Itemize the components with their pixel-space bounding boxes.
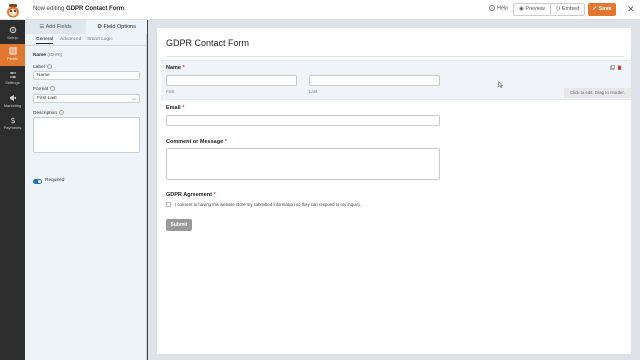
- top-bar: Now editing GDPR Contact Form ? Help ◉ Pr…: [0, 0, 640, 20]
- required-mark: *: [182, 105, 185, 111]
- description-caption-text: Description: [33, 110, 57, 116]
- name-label-text: Name: [166, 65, 181, 71]
- svg-text:$: $: [10, 116, 15, 124]
- trash-icon[interactable]: [617, 65, 622, 70]
- nav-settings[interactable]: Settings: [0, 68, 25, 90]
- email-label-text: Email: [166, 105, 181, 111]
- sliders-icon: [9, 72, 16, 78]
- help-label: Help: [497, 5, 509, 12]
- help-hint-icon: [59, 110, 64, 115]
- subtab-smart-logic[interactable]: Smart Logic: [87, 37, 113, 42]
- comment-textarea[interactable]: [166, 148, 440, 180]
- label-caption-text: Label: [33, 64, 45, 70]
- nav-label: Fields: [7, 56, 18, 61]
- first-caption: First: [166, 89, 175, 94]
- preview-label: Preview: [525, 6, 545, 12]
- nav-label: Settings: [5, 80, 20, 85]
- field-heading: Name (ID #0): [33, 53, 62, 58]
- help-hint-icon: [50, 86, 56, 91]
- format-select[interactable]: First Last ⌄: [33, 94, 140, 103]
- save-button[interactable]: ✓ Save: [588, 3, 616, 16]
- fields-icon: [9, 47, 16, 55]
- save-label: Save: [598, 6, 612, 12]
- tab-label: Add Fields: [45, 24, 72, 30]
- editing-prefix: Now editing: [33, 6, 65, 12]
- comment-label: Comment or Message *: [166, 139, 227, 145]
- required-mark: *: [224, 139, 227, 145]
- gear-icon: [9, 26, 16, 34]
- nav-payments[interactable]: $ Payments: [0, 113, 25, 135]
- tab-field-options[interactable]: ⚙ Field Options: [86, 20, 147, 34]
- nav-fields[interactable]: Fields: [0, 44, 25, 66]
- gdpr-label-text: GDPR Agreement: [166, 192, 212, 198]
- duplicate-icon[interactable]: [610, 65, 615, 70]
- chevron-down-icon: ⌄: [132, 96, 136, 101]
- embed-label: Embed: [561, 6, 580, 12]
- required-caption: Required: [45, 178, 64, 183]
- help-icon: ?: [489, 5, 495, 11]
- preview-button[interactable]: ◉ Preview: [513, 3, 551, 16]
- comment-label-text: Comment or Message: [166, 139, 224, 145]
- format-caption: Format: [33, 86, 56, 92]
- builder-sidebar: Setup Fields Settings Marketing $ Paymen…: [0, 20, 25, 360]
- required-toggle[interactable]: [33, 179, 42, 184]
- mouse-cursor-icon: [498, 81, 503, 88]
- format-caption-text: Format: [33, 86, 49, 92]
- subtab-general[interactable]: General: [36, 37, 54, 44]
- megaphone-icon: [9, 95, 16, 101]
- required-mark: *: [213, 192, 216, 198]
- required-mark: *: [182, 65, 185, 71]
- field-title: Name: [33, 53, 47, 58]
- embed-button[interactable]: ⟨⟩ Embed: [550, 3, 586, 16]
- label-input[interactable]: Name: [33, 71, 140, 80]
- gdpr-label: GDPR Agreement *: [166, 192, 216, 198]
- dollar-icon: $: [10, 116, 15, 124]
- field-id: (ID #0): [47, 53, 63, 58]
- subtab-advanced[interactable]: Advanced: [60, 37, 81, 42]
- wpforms-logo-icon: [7, 4, 19, 18]
- gdpr-checkbox[interactable]: [166, 202, 171, 207]
- editing-title: Now editing GDPR Contact Form: [33, 6, 124, 12]
- form-preview: GDPR Contact Form Name * First Last Emai…: [157, 28, 631, 354]
- last-caption: Last: [309, 89, 318, 94]
- nav-label: Setup: [7, 35, 18, 40]
- title-divider: [166, 56, 624, 57]
- form-name: GDPR Contact Form: [66, 6, 125, 12]
- field-options-panel: ☰ Add Fields ⚙ Field Options General Adv…: [25, 20, 147, 360]
- nav-label: Marketing: [3, 103, 22, 108]
- first-name-input[interactable]: [166, 75, 297, 86]
- help-hint-icon: [46, 64, 52, 69]
- option-subtabs: General Advanced Smart Logic: [25, 34, 147, 46]
- nav-marketing[interactable]: Marketing: [0, 91, 25, 113]
- tab-label: Field Options: [103, 24, 136, 30]
- tab-add-fields[interactable]: ☰ Add Fields: [25, 20, 86, 34]
- submit-button[interactable]: Submit: [166, 219, 192, 231]
- last-name-input[interactable]: [309, 75, 440, 86]
- help-button[interactable]: ? Help: [489, 5, 508, 11]
- description-caption: Description: [33, 110, 64, 116]
- drag-tooltip: Click to edit. Drag to reorder.: [564, 88, 631, 98]
- consent-text: I consent to having this website store m…: [175, 202, 361, 207]
- format-value: First Last: [37, 96, 57, 101]
- email-input[interactable]: [166, 115, 440, 126]
- panel-tabs: ☰ Add Fields ⚙ Field Options: [25, 20, 147, 34]
- nav-label: Payments: [3, 125, 22, 130]
- close-icon[interactable]: ✕: [627, 4, 635, 14]
- label-caption: Label: [33, 64, 52, 70]
- description-textarea[interactable]: [33, 117, 140, 153]
- email-label: Email *: [166, 105, 184, 111]
- name-label: Name *: [166, 65, 185, 71]
- nav-setup[interactable]: Setup: [0, 23, 25, 45]
- form-title: GDPR Contact Form: [166, 38, 250, 48]
- required-caption-text: Required: [45, 178, 65, 183]
